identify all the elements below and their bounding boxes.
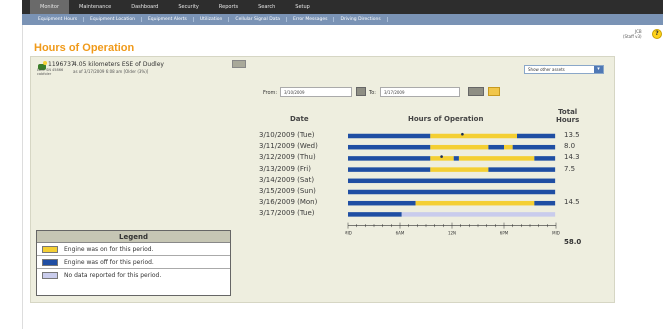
segment-on (458, 156, 535, 161)
segment-on (430, 167, 489, 172)
date-label: 3/17/2009 (Tue) (259, 209, 315, 218)
date-label: 3/10/2009 (Tue) (259, 131, 315, 139)
total-value: 14.3 (564, 153, 580, 162)
segment-off (534, 200, 556, 206)
segment-off (453, 156, 459, 161)
subnav-driving-directions[interactable]: Driving Directions (334, 17, 388, 22)
x-tick-label: MID (345, 231, 352, 236)
user-role: (Staff v3) (623, 34, 642, 39)
date-label: 3/14/2009 (Sat) (259, 175, 315, 184)
date-label: 3/12/2009 (Thu) (259, 153, 316, 162)
segment-off (534, 156, 556, 161)
legend-swatch-on (42, 245, 58, 253)
subnav-equipment-alerts[interactable]: Equipment Alerts (142, 17, 194, 22)
tab-monitor[interactable]: Monitor (30, 0, 70, 14)
main-nav: Monitor Maintenance Dashboard Security R… (22, 0, 663, 14)
other-assets-select-value: Show other assets (528, 67, 565, 72)
total-value: 13.5 (564, 131, 580, 139)
tab-maintenance[interactable]: Maintenance (69, 0, 121, 14)
date-label: 3/13/2009 (Fri) (259, 164, 311, 173)
subnav-utilization[interactable]: Utilization (194, 17, 230, 22)
segment-off (512, 144, 556, 150)
to-date-input[interactable]: 3/17/2009 (380, 87, 460, 97)
legend-title: Legend (37, 231, 230, 243)
x-tick-label: 6PM (500, 231, 509, 236)
page-title: Hours of Operation (34, 42, 135, 54)
subnav-error-messages[interactable]: Error Messages (287, 17, 335, 22)
x-tick-label: MID (552, 231, 560, 236)
total-value: 14.5 (564, 198, 580, 207)
sub-nav: Equipment Hours Equipment Location Equip… (22, 14, 663, 25)
other-assets-select[interactable]: Show other assets ▾ (524, 65, 604, 74)
segment-off (488, 144, 504, 150)
segment-off (348, 189, 556, 195)
help-icon[interactable]: ? (652, 29, 662, 39)
from-label: From: (263, 90, 278, 96)
to-label: To: (369, 90, 376, 96)
total-value: 7.5 (564, 164, 576, 173)
subnav-equipment-hours[interactable]: Equipment Hours (32, 17, 85, 22)
asset-location-timestamp: as of 3/17/2009 6:08 am [Older (3%)] (73, 69, 149, 74)
hours-column-header: Hours of Operation (408, 115, 484, 123)
x-tick-label: 12N (448, 231, 456, 236)
segment-off (348, 133, 431, 139)
grand-total: 58.0 (564, 238, 582, 246)
tab-dashboard[interactable]: Dashboard (121, 0, 168, 14)
segment-off (517, 133, 556, 139)
legend-label-none: No data reported for this period. (64, 272, 162, 279)
segment-off (488, 167, 556, 172)
date-label: 3/15/2009 (Sun) (259, 187, 316, 195)
subnav-cellular-signal[interactable]: Cellular Signal Data (229, 17, 287, 22)
legend-label-on: Engine was on for this period. (64, 245, 154, 253)
segment-off (348, 212, 402, 217)
segment-off (348, 144, 431, 150)
date-column-header: Date (290, 115, 309, 123)
go-button[interactable] (488, 87, 500, 96)
segment-on (430, 133, 517, 139)
segment-on (430, 144, 489, 150)
tab-reports[interactable]: Reports (209, 0, 248, 14)
calendar-icon[interactable] (468, 87, 484, 96)
total-hours-header: Total Hours (556, 108, 580, 124)
map-button[interactable] (232, 60, 246, 68)
asset-id[interactable]: 1196737 (48, 61, 75, 68)
legend-row-on: Engine was on for this period. (37, 243, 230, 256)
legend-row-off: Engine was off for this period. (37, 256, 230, 269)
event-marker (461, 132, 464, 136)
tab-search[interactable]: Search (248, 0, 285, 14)
legend-label-off: Engine was off for this period. (64, 258, 154, 266)
from-date-input[interactable]: 3/10/2009 (280, 87, 352, 97)
segment-off (348, 167, 431, 172)
date-label: 3/16/2009 (Mon) (259, 198, 318, 207)
date-label: 3/11/2009 (Wed) (259, 142, 318, 151)
x-tick-label: 6AM (396, 231, 405, 236)
segment-on (504, 144, 513, 150)
user-info: JCB (Staff v3) (623, 29, 642, 39)
legend-swatch-none (42, 272, 58, 279)
subnav-equipment-location[interactable]: Equipment Location (84, 17, 142, 22)
segment-off (348, 156, 431, 161)
total-value: 8.0 (564, 142, 576, 151)
hours-chart: MID 6AM 12N 6PM MID (345, 132, 560, 236)
tab-security[interactable]: Security (168, 0, 209, 14)
tab-setup[interactable]: Setup (285, 0, 320, 14)
segment-on (415, 200, 535, 206)
calendar-icon[interactable] (356, 87, 366, 96)
event-marker (440, 155, 443, 158)
legend: Legend Engine was on for this period. En… (36, 230, 231, 296)
asset-location: 4.05 kilometers ESE of Dudley (73, 61, 164, 68)
legend-row-none: No data reported for this period. (37, 269, 230, 282)
asset-subtitle: LDS. SN 45866 cabfoler (37, 68, 64, 76)
chevron-down-icon: ▾ (594, 66, 603, 73)
legend-swatch-off (42, 258, 58, 266)
segment-none (401, 212, 556, 217)
segment-off (348, 178, 556, 184)
segment-off (348, 200, 416, 206)
